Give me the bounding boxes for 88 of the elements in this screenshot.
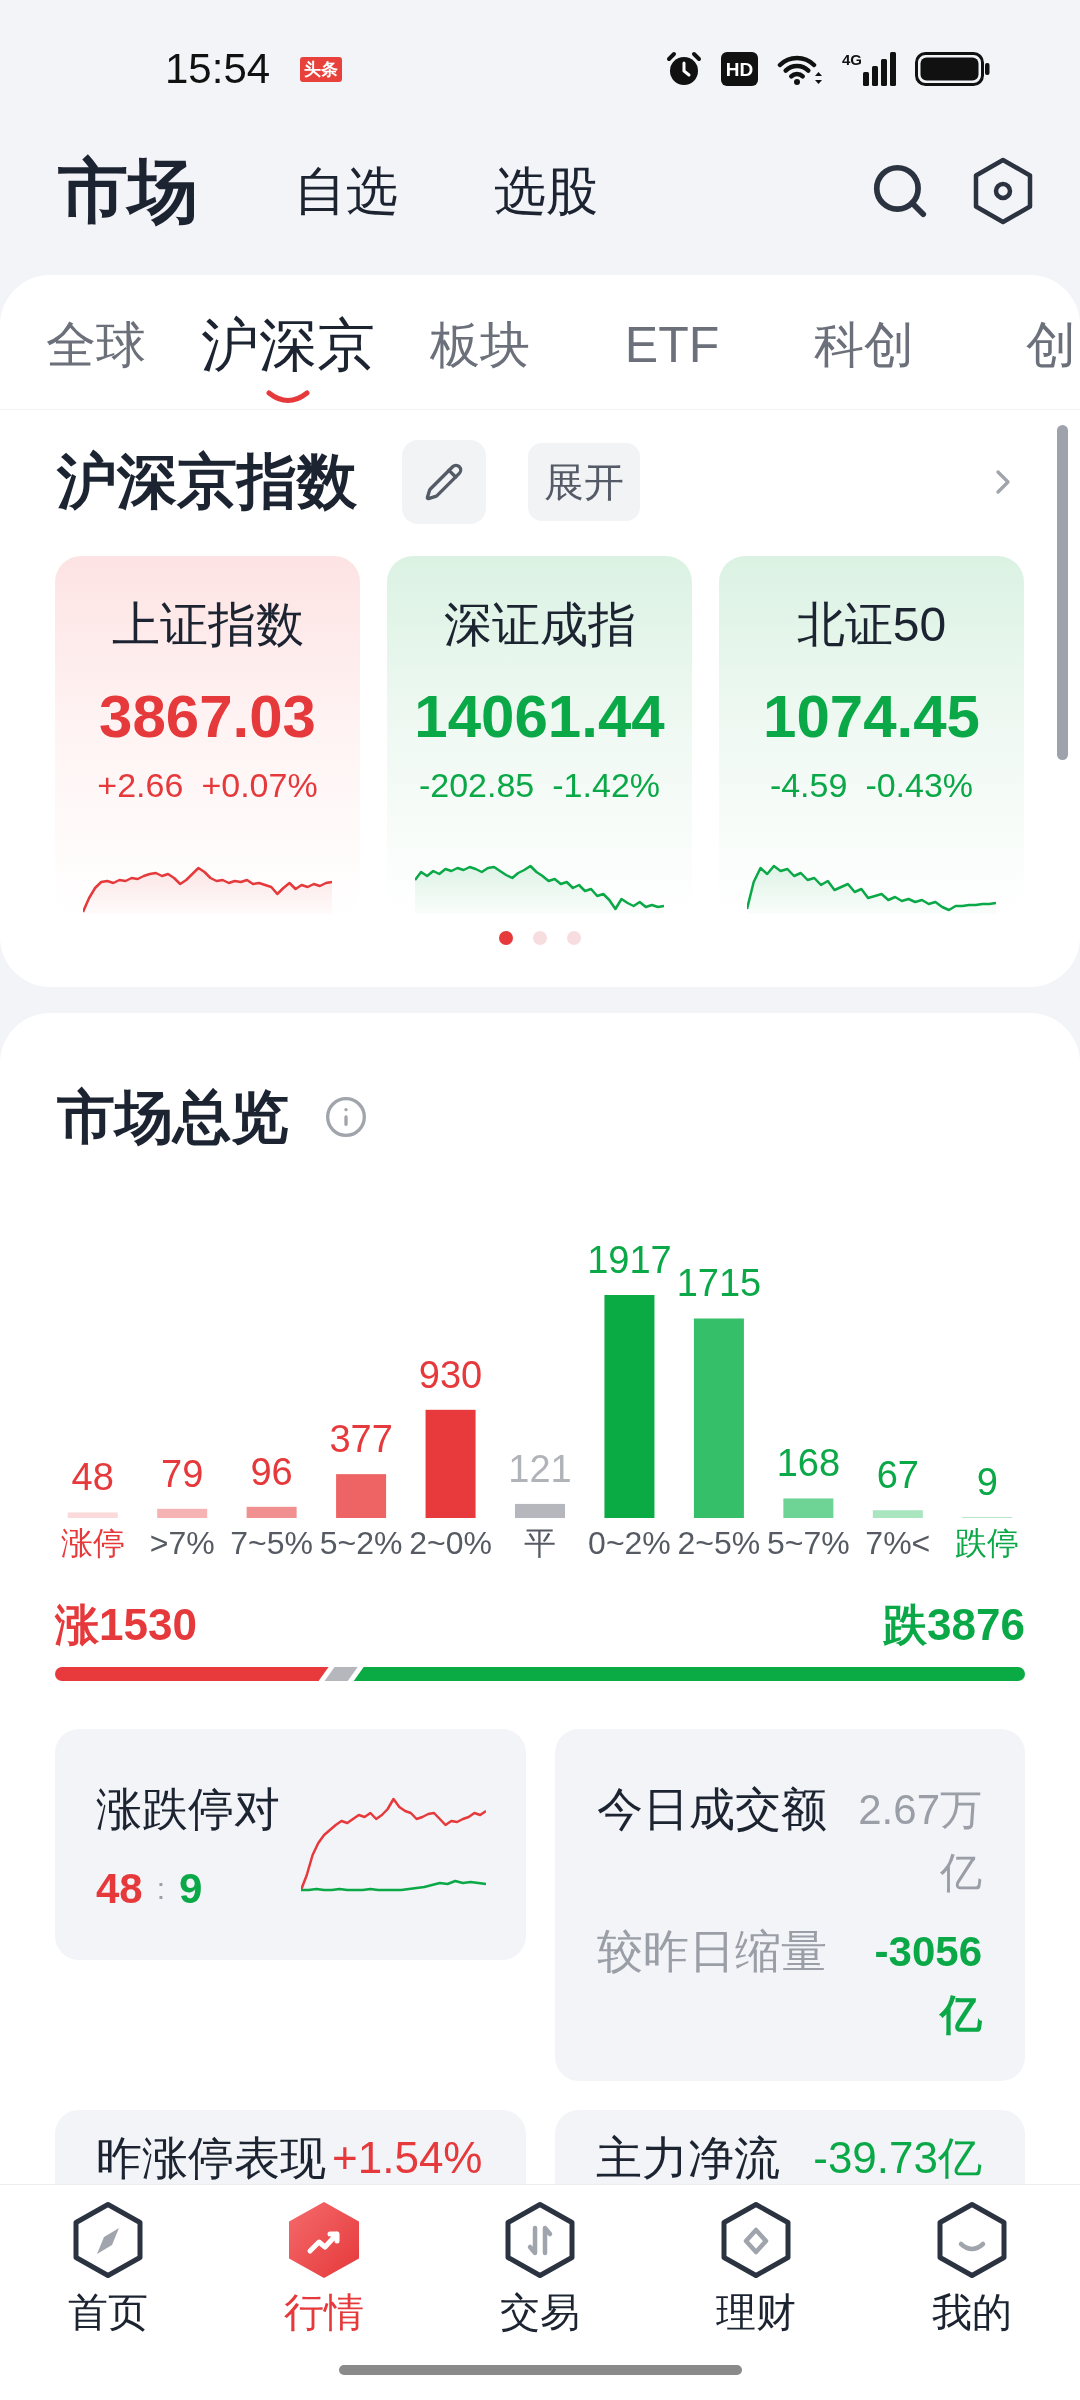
nav-tab[interactable]: 交易	[432, 2185, 648, 2337]
diamond-icon	[720, 2201, 792, 2279]
swap-arrows-icon	[504, 2201, 576, 2279]
stat-title: 涨跌停对	[96, 1782, 280, 1837]
nav-tab[interactable]: 首页	[0, 2185, 216, 2337]
index-change-percent: +0.07%	[201, 765, 318, 806]
bar-value-label: 48	[71, 1456, 114, 1499]
index-value: 3867.03	[99, 682, 316, 752]
bar-value-label: 67	[876, 1454, 919, 1497]
index-change-percent: -1.42%	[552, 765, 661, 806]
category-tab[interactable]: 板块	[384, 275, 576, 409]
index-name: 上证指数	[111, 597, 304, 653]
index-value: 14061.44	[414, 682, 665, 752]
bar-category-label: 2~0%	[409, 1525, 492, 1561]
rise-count: 涨1530	[55, 1599, 197, 1651]
ratio-separator: :	[156, 1871, 166, 1907]
fall-count: 跌3876	[883, 1599, 1025, 1651]
pencil-icon	[424, 462, 464, 502]
bar-value-label: 96	[250, 1450, 293, 1493]
stat-card[interactable]: 今日成交额 2.67万亿 较昨日缩量 -3056亿	[554, 1729, 1025, 2081]
bar-value-label: 1917	[587, 1239, 672, 1281]
hd-indicator: HD	[721, 52, 758, 86]
header-tab[interactable]: 自选	[294, 151, 398, 231]
stat-title: 主力净流	[595, 2133, 780, 2183]
bar-category-label: 5~7%	[767, 1525, 850, 1561]
battery-icon	[915, 52, 990, 86]
category-tab[interactable]: 科创	[768, 275, 960, 409]
bar-value-label: 1715	[676, 1262, 762, 1305]
category-tab[interactable]: 沪深京	[192, 275, 384, 409]
bar-category-label: 5~2%	[319, 1525, 403, 1561]
header-tab[interactable]: 选股	[494, 151, 598, 231]
bar-value-label: 121	[508, 1447, 572, 1490]
network-type-label: 4G	[842, 52, 862, 67]
index-change: +2.66	[97, 765, 184, 806]
index-name: 深证成指	[443, 597, 636, 653]
index-change: -202.85	[418, 765, 535, 806]
bar-category-label: 跌停	[955, 1525, 1020, 1561]
flat-share-segment	[324, 1667, 358, 1681]
bar-value-label: 168	[776, 1442, 841, 1485]
category-tab[interactable]: 创	[960, 275, 1080, 409]
limit-down-count: 9	[179, 1864, 203, 1914]
limit-up-count: 48	[96, 1864, 143, 1914]
stat-card[interactable]: 主力净流 -39.73亿	[554, 2110, 1025, 2184]
stat-card[interactable]: 涨跌停对 48 : 9	[55, 1729, 526, 1960]
bar-category-label: 2~5%	[677, 1525, 761, 1561]
bar-value-label: 79	[161, 1452, 204, 1495]
stat-label: 较昨日缩量	[596, 1924, 827, 1979]
nav-tab[interactable]: 我的	[864, 2185, 1080, 2337]
bar-category-label: 7%<	[865, 1525, 931, 1561]
category-tab[interactable]: ETF	[576, 275, 768, 409]
edit-button[interactable]	[402, 440, 486, 524]
nav-tab[interactable]: 行情	[216, 2185, 432, 2337]
bar-category-label: 0~2%	[588, 1525, 671, 1561]
alarm-clock-icon	[666, 51, 702, 87]
bar-value-label: 930	[418, 1353, 483, 1396]
signal-icon	[862, 52, 896, 86]
index-change: -4.59	[769, 765, 848, 806]
stat-value: 2.67万亿	[857, 1785, 982, 1898]
stat-value: -3056亿	[873, 1927, 982, 2040]
status-time: 15:54	[165, 48, 271, 90]
index-value: 1074.45	[763, 682, 980, 752]
nav-tab[interactable]: 理财	[648, 2185, 864, 2337]
bar-category-label: 涨停	[60, 1525, 125, 1561]
tab-indicator-icon	[266, 390, 310, 404]
stat-value: +1.54%	[332, 2133, 483, 2183]
category-tab[interactable]: 全球	[0, 275, 192, 409]
bar-category-label: >7%	[149, 1525, 215, 1561]
smile-icon	[936, 2201, 1008, 2279]
index-change-percent: -0.43%	[865, 765, 974, 806]
index-card[interactable]: 北证50 1074.45 -4.59 -0.43%	[719, 556, 1024, 916]
expand-button[interactable]: 展开	[528, 443, 640, 521]
bar-category-label: 7~5%	[230, 1525, 313, 1561]
notification-badge: 头条	[300, 56, 343, 82]
stat-title: 昨涨停表现	[96, 2133, 326, 2183]
section-title: 市场总览	[57, 1083, 289, 1151]
index-card[interactable]: 上证指数 3867.03 +2.66 +0.07%	[55, 556, 360, 916]
header-tab[interactable]: 市场	[58, 151, 198, 231]
trend-up-icon	[288, 2201, 360, 2279]
settings-icon[interactable]	[973, 157, 1033, 225]
index-name: 北证50	[796, 597, 947, 653]
index-card[interactable]: 深证成指 14061.44 -202.85 -1.42%	[387, 556, 692, 916]
bar-value-label: 9	[976, 1460, 998, 1503]
stat-label: 今日成交额	[596, 1782, 827, 1837]
compass-icon	[72, 2201, 144, 2279]
bar-category-label: 平	[524, 1525, 556, 1561]
stat-card[interactable]: 昨涨停表现+1.54%	[55, 2110, 526, 2184]
bar-value-label: 377	[329, 1418, 393, 1461]
stat-value: -39.73亿	[813, 2133, 982, 2183]
